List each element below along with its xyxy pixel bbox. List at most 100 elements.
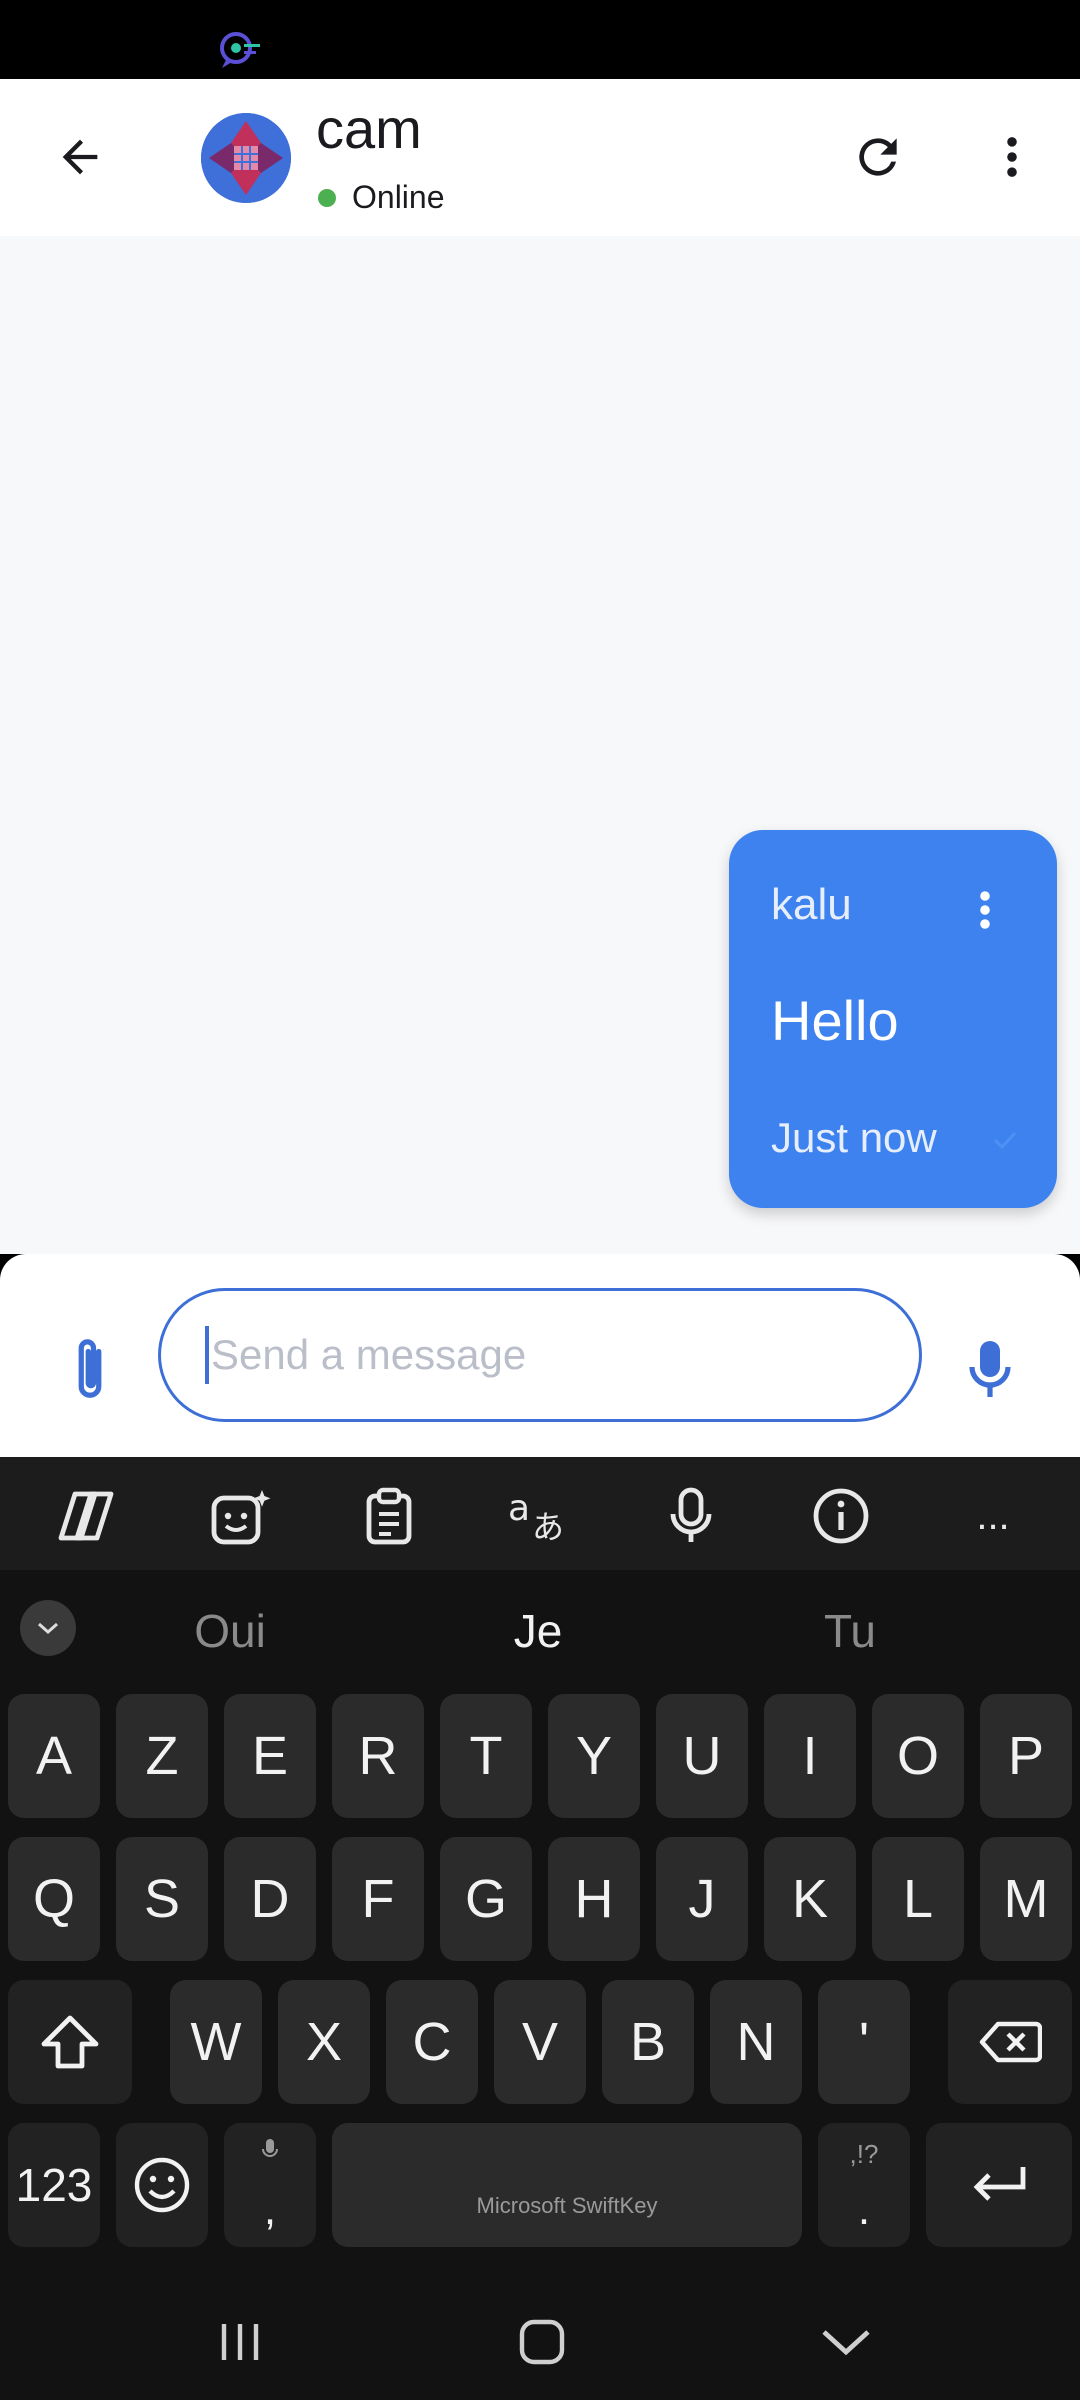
refresh-icon xyxy=(859,138,897,176)
period-key[interactable]: ,!? . xyxy=(818,2123,910,2247)
dictation-button[interactable] xyxy=(656,1481,726,1551)
copilot-button[interactable] xyxy=(52,1481,122,1551)
attach-button[interactable] xyxy=(52,1324,128,1414)
suggestion-1[interactable]: Oui xyxy=(100,1604,360,1658)
clipboard-icon xyxy=(366,1487,412,1545)
comma-key[interactable]: , xyxy=(224,2123,316,2247)
system-nav-bar xyxy=(0,2285,1080,2400)
recents-icon xyxy=(221,2324,259,2360)
translate-button[interactable]: a あ xyxy=(505,1481,575,1551)
svg-text:a: a xyxy=(508,1488,530,1529)
key-f[interactable]: F xyxy=(332,1837,424,1961)
presence-status: Online xyxy=(318,179,445,216)
suggestion-2[interactable]: Je xyxy=(408,1604,668,1658)
key-d[interactable]: D xyxy=(224,1837,316,1961)
key-y[interactable]: Y xyxy=(548,1694,640,1818)
message-list[interactable]: kalu Hello Just now xyxy=(0,236,1080,1254)
info-icon xyxy=(813,1488,869,1544)
key-g[interactable]: G xyxy=(440,1837,532,1961)
mic-icon xyxy=(969,1341,1011,1397)
key-x[interactable]: X xyxy=(278,1980,370,2104)
sent-check-icon xyxy=(993,1131,1017,1150)
key-i[interactable]: I xyxy=(764,1694,856,1818)
key-a[interactable]: A xyxy=(8,1694,100,1818)
key-p[interactable]: P xyxy=(980,1694,1072,1818)
key-t[interactable]: T xyxy=(440,1694,532,1818)
message-bubble[interactable]: kalu Hello Just now xyxy=(729,830,1057,1208)
presence-text: Online xyxy=(352,179,445,215)
voice-icon xyxy=(670,1487,712,1542)
home-icon xyxy=(519,2319,565,2365)
info-button[interactable] xyxy=(806,1481,876,1551)
keyboard-toolbar: a あ ... xyxy=(0,1457,1080,1570)
message-time: Just now xyxy=(771,1114,937,1161)
key-b[interactable]: B xyxy=(602,1980,694,2104)
avatar[interactable] xyxy=(201,113,291,203)
key-s[interactable]: S xyxy=(116,1837,208,1961)
numbers-key[interactable]: 123 xyxy=(8,2123,100,2247)
suggestion-strip: Oui Je Tu xyxy=(0,1570,1080,1690)
key-m[interactable]: M xyxy=(980,1837,1072,1961)
key-w[interactable]: W xyxy=(170,1980,262,2104)
key-o[interactable]: O xyxy=(872,1694,964,1818)
mic-small-icon xyxy=(262,2139,278,2157)
key-v[interactable]: V xyxy=(494,1980,586,2104)
status-bar xyxy=(0,0,1080,79)
hide-keyboard-button[interactable] xyxy=(806,2307,886,2377)
backspace-icon xyxy=(979,2021,1042,2063)
period-sub-label: ,!? xyxy=(849,2139,879,2169)
space-key[interactable]: Microsoft SwiftKey xyxy=(332,2123,802,2247)
app-notification-icon xyxy=(220,32,260,68)
message-input[interactable] xyxy=(211,1331,851,1379)
comma-label: , xyxy=(263,2185,277,2234)
back-button[interactable] xyxy=(40,117,120,197)
key-k[interactable]: K xyxy=(764,1837,856,1961)
text-cursor xyxy=(205,1326,209,1384)
key-q[interactable]: Q xyxy=(8,1837,100,1961)
copilot-icon xyxy=(58,1491,114,1541)
backspace-key[interactable] xyxy=(948,1980,1072,2104)
emoji-key[interactable] xyxy=(116,2123,208,2247)
emoji-icon xyxy=(134,2157,190,2213)
refresh-button[interactable] xyxy=(838,117,918,197)
suggestion-3[interactable]: Tu xyxy=(720,1604,980,1658)
enter-key[interactable] xyxy=(926,2123,1072,2247)
sticker-icon xyxy=(211,1490,271,1545)
key-h[interactable]: H xyxy=(548,1837,640,1961)
key-l[interactable]: L xyxy=(872,1837,964,1961)
period-label: . xyxy=(857,2185,871,2234)
key-apostrophe[interactable]: ' xyxy=(818,1980,910,2104)
key-e[interactable]: E xyxy=(224,1694,316,1818)
shift-icon xyxy=(41,2015,99,2069)
paperclip-icon xyxy=(78,1339,102,1398)
clipboard-button[interactable] xyxy=(354,1481,424,1551)
key-c[interactable]: C xyxy=(386,1980,478,2104)
message-sender: kalu xyxy=(771,880,852,929)
home-button[interactable] xyxy=(502,2307,582,2377)
contact-name: cam xyxy=(316,97,422,160)
key-j[interactable]: J xyxy=(656,1837,748,1961)
toolbar-more-button[interactable]: ... xyxy=(958,1481,1028,1551)
key-z[interactable]: Z xyxy=(116,1694,208,1818)
voice-message-button[interactable] xyxy=(950,1324,1030,1414)
more-options-button[interactable] xyxy=(972,117,1052,197)
recents-button[interactable] xyxy=(200,2307,280,2377)
online-dot-icon xyxy=(318,188,336,207)
collapse-toolbar-button[interactable] xyxy=(20,1600,76,1656)
key-u[interactable]: U xyxy=(656,1694,748,1818)
more-vert-icon xyxy=(1007,137,1017,177)
sticker-button[interactable] xyxy=(205,1481,275,1551)
chevron-down-icon xyxy=(822,2330,870,2356)
chevron-down-icon xyxy=(38,1622,58,1635)
message-options-button[interactable] xyxy=(961,882,1009,938)
more-vert-icon xyxy=(980,891,990,929)
key-r[interactable]: R xyxy=(332,1694,424,1818)
shift-key[interactable] xyxy=(8,1980,132,2104)
key-n[interactable]: N xyxy=(710,1980,802,2104)
chat-header: cam Online xyxy=(0,79,1080,236)
message-input-field[interactable] xyxy=(158,1288,922,1422)
message-composer xyxy=(0,1254,1080,1457)
message-text: Hello xyxy=(771,989,899,1052)
keyboard: a あ ... Oui Je Tu A Z E R T Y U I O P Q … xyxy=(0,1457,1080,2285)
enter-icon xyxy=(973,2167,1026,2201)
